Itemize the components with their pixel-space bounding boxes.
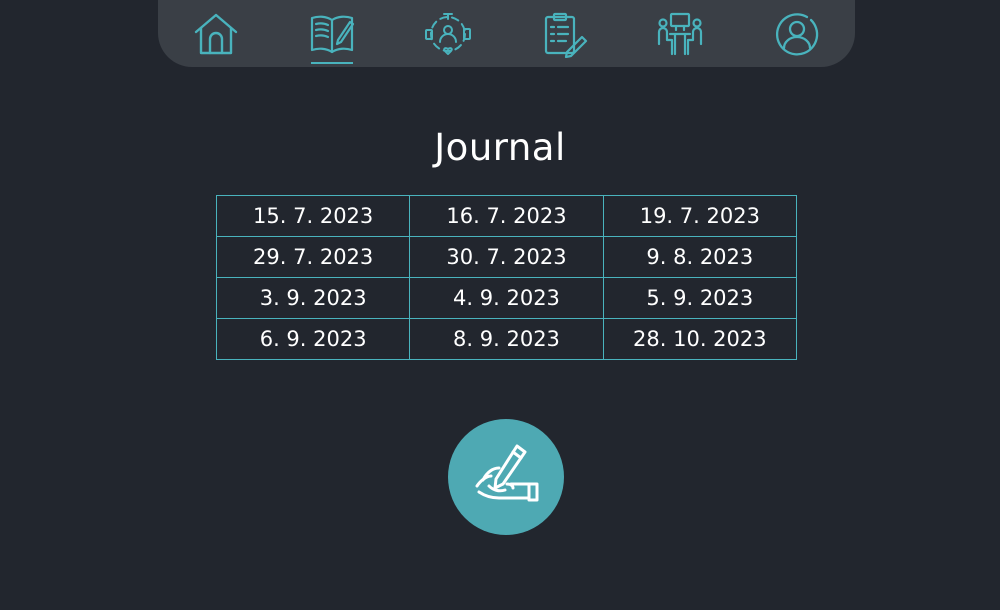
nav-checklist[interactable]: [536, 6, 592, 62]
journal-entry-date[interactable]: 16. 7. 2023: [409, 195, 604, 237]
journal-entries-grid: 15. 7. 2023 16. 7. 2023 19. 7. 2023 29. …: [215, 195, 798, 360]
top-navigation: [158, 0, 855, 67]
nav-meeting[interactable]: [652, 6, 708, 62]
journal-entry-date[interactable]: 6. 9. 2023: [215, 318, 411, 360]
journal-entry-date[interactable]: 30. 7. 2023: [409, 236, 604, 278]
nav-wellbeing[interactable]: [420, 6, 476, 62]
journal-entry-date[interactable]: 9. 8. 2023: [602, 236, 798, 278]
hand-writing-icon: [475, 444, 539, 502]
open-book-pen-icon: [310, 15, 355, 54]
journal-entry-date[interactable]: 5. 9. 2023: [602, 277, 798, 319]
meeting-table-icon: [657, 12, 703, 56]
nav-journal[interactable]: [304, 6, 360, 64]
home-icon: [194, 13, 238, 55]
journal-entry-date[interactable]: 15. 7. 2023: [215, 195, 411, 237]
journal-entry-date[interactable]: 3. 9. 2023: [215, 277, 411, 319]
journal-entry-date[interactable]: 4. 9. 2023: [409, 277, 604, 319]
table-row: 3. 9. 2023 4. 9. 2023 5. 9. 2023: [215, 277, 798, 319]
page-title: Journal: [434, 126, 566, 169]
journal-entry-date[interactable]: 8. 9. 2023: [409, 318, 604, 360]
journal-entry-date[interactable]: 29. 7. 2023: [215, 236, 411, 278]
nav-profile[interactable]: [769, 6, 825, 62]
table-row: 15. 7. 2023 16. 7. 2023 19. 7. 2023: [215, 195, 798, 237]
journal-entry-date[interactable]: 28. 10. 2023: [602, 318, 798, 360]
wellbeing-circle-icon: [425, 13, 471, 55]
new-entry-button[interactable]: [448, 419, 564, 535]
clipboard-checklist-icon: [544, 12, 588, 58]
table-row: 6. 9. 2023 8. 9. 2023 28. 10. 2023: [215, 318, 798, 360]
table-row: 29. 7. 2023 30. 7. 2023 9. 8. 2023: [215, 236, 798, 278]
journal-entry-date[interactable]: 19. 7. 2023: [602, 195, 798, 237]
user-profile-icon: [776, 13, 819, 56]
nav-home[interactable]: [188, 6, 244, 62]
